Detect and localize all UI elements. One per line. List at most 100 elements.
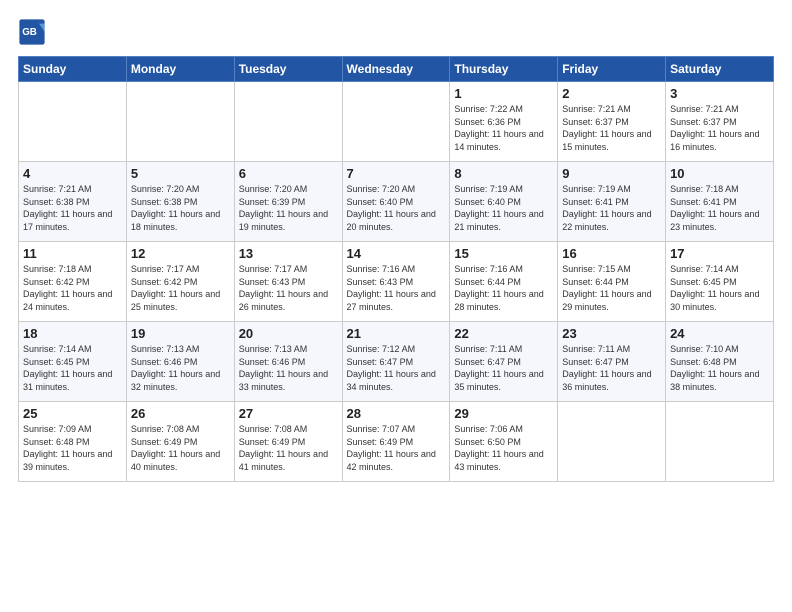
day-number: 26: [131, 406, 230, 421]
weekday-header-friday: Friday: [558, 57, 666, 82]
day-number: 3: [670, 86, 769, 101]
day-info: Sunrise: 7:14 AM Sunset: 6:45 PM Dayligh…: [23, 343, 122, 393]
day-info: Sunrise: 7:20 AM Sunset: 6:40 PM Dayligh…: [347, 183, 446, 233]
day-number: 7: [347, 166, 446, 181]
calendar-cell: [342, 82, 450, 162]
day-number: 22: [454, 326, 553, 341]
weekday-header-row: SundayMondayTuesdayWednesdayThursdayFrid…: [19, 57, 774, 82]
calendar-cell: 22 Sunrise: 7:11 AM Sunset: 6:47 PM Dayli…: [450, 322, 558, 402]
calendar-cell: 8 Sunrise: 7:19 AM Sunset: 6:40 PM Daylig…: [450, 162, 558, 242]
weekday-header-sunday: Sunday: [19, 57, 127, 82]
week-row-5: 25Sunrise: 7:09 AM Sunset: 6:48 PM Dayli…: [19, 402, 774, 482]
weekday-header-monday: Monday: [126, 57, 234, 82]
day-number: 9: [562, 166, 661, 181]
day-info: Sunrise: 7:21 AM Sunset: 6:37 PM Dayligh…: [670, 103, 769, 153]
calendar-cell: [558, 402, 666, 482]
day-info: Sunrise: 7:11 AM Sunset: 6:47 PM Dayligh…: [562, 343, 661, 393]
day-info: Sunrise: 7:19 AM Sunset: 6:40 PM Dayligh…: [454, 183, 553, 233]
day-info: Sunrise: 7:16 AM Sunset: 6:44 PM Dayligh…: [454, 263, 553, 313]
calendar-cell: 1 Sunrise: 7:22 AM Sunset: 6:36 PM Daylig…: [450, 82, 558, 162]
day-number: 12: [131, 246, 230, 261]
day-info: Sunrise: 7:17 AM Sunset: 6:42 PM Dayligh…: [131, 263, 230, 313]
svg-text:GB: GB: [22, 27, 37, 38]
day-info: Sunrise: 7:09 AM Sunset: 6:48 PM Dayligh…: [23, 423, 122, 473]
calendar-cell: 11 Sunrise: 7:18 AM Sunset: 6:42 PM Dayli…: [19, 242, 127, 322]
day-number: 16: [562, 246, 661, 261]
day-number: 21: [347, 326, 446, 341]
day-info: Sunrise: 7:08 AM Sunset: 6:49 PM Dayligh…: [131, 423, 230, 473]
week-row-2: 4 Sunrise: 7:21 AM Sunset: 6:38 PM Daylig…: [19, 162, 774, 242]
day-number: 15: [454, 246, 553, 261]
calendar-cell: 25Sunrise: 7:09 AM Sunset: 6:48 PM Dayli…: [19, 402, 127, 482]
day-info: Sunrise: 7:20 AM Sunset: 6:38 PM Dayligh…: [131, 183, 230, 233]
calendar-cell: [126, 82, 234, 162]
calendar-cell: 14 Sunrise: 7:16 AM Sunset: 6:43 PM Dayli…: [342, 242, 450, 322]
week-row-4: 18 Sunrise: 7:14 AM Sunset: 6:45 PM Dayli…: [19, 322, 774, 402]
day-number: 6: [239, 166, 338, 181]
calendar-cell: 29Sunrise: 7:06 AM Sunset: 6:50 PM Dayli…: [450, 402, 558, 482]
logo: GB: [18, 18, 50, 46]
day-info: Sunrise: 7:17 AM Sunset: 6:43 PM Dayligh…: [239, 263, 338, 313]
day-info: Sunrise: 7:08 AM Sunset: 6:49 PM Dayligh…: [239, 423, 338, 473]
header: GB: [18, 18, 774, 46]
calendar-cell: 10 Sunrise: 7:18 AM Sunset: 6:41 PM Dayli…: [666, 162, 774, 242]
day-info: Sunrise: 7:14 AM Sunset: 6:45 PM Dayligh…: [670, 263, 769, 313]
calendar-cell: 9 Sunrise: 7:19 AM Sunset: 6:41 PM Daylig…: [558, 162, 666, 242]
calendar-table: SundayMondayTuesdayWednesdayThursdayFrid…: [18, 56, 774, 482]
calendar-cell: 3 Sunrise: 7:21 AM Sunset: 6:37 PM Daylig…: [666, 82, 774, 162]
day-number: 27: [239, 406, 338, 421]
day-info: Sunrise: 7:12 AM Sunset: 6:47 PM Dayligh…: [347, 343, 446, 393]
calendar-cell: 19Sunrise: 7:13 AM Sunset: 6:46 PM Dayli…: [126, 322, 234, 402]
day-number: 14: [347, 246, 446, 261]
day-info: Sunrise: 7:22 AM Sunset: 6:36 PM Dayligh…: [454, 103, 553, 153]
day-number: 11: [23, 246, 122, 261]
calendar-cell: 24 Sunrise: 7:10 AM Sunset: 6:48 PM Dayli…: [666, 322, 774, 402]
calendar-cell: 26 Sunrise: 7:08 AM Sunset: 6:49 PM Dayli…: [126, 402, 234, 482]
day-info: Sunrise: 7:06 AM Sunset: 6:50 PM Dayligh…: [454, 423, 553, 473]
day-number: 1: [454, 86, 553, 101]
calendar-cell: 15 Sunrise: 7:16 AM Sunset: 6:44 PM Dayli…: [450, 242, 558, 322]
day-info: Sunrise: 7:10 AM Sunset: 6:48 PM Dayligh…: [670, 343, 769, 393]
day-number: 8: [454, 166, 553, 181]
day-info: Sunrise: 7:19 AM Sunset: 6:41 PM Dayligh…: [562, 183, 661, 233]
day-info: Sunrise: 7:20 AM Sunset: 6:39 PM Dayligh…: [239, 183, 338, 233]
day-number: 5: [131, 166, 230, 181]
calendar-cell: 5 Sunrise: 7:20 AM Sunset: 6:38 PM Daylig…: [126, 162, 234, 242]
calendar-cell: 17 Sunrise: 7:14 AM Sunset: 6:45 PM Dayli…: [666, 242, 774, 322]
day-number: 10: [670, 166, 769, 181]
day-info: Sunrise: 7:15 AM Sunset: 6:44 PM Dayligh…: [562, 263, 661, 313]
day-info: Sunrise: 7:13 AM Sunset: 6:46 PM Dayligh…: [239, 343, 338, 393]
calendar-cell: 16 Sunrise: 7:15 AM Sunset: 6:44 PM Dayli…: [558, 242, 666, 322]
weekday-header-thursday: Thursday: [450, 57, 558, 82]
day-number: 20: [239, 326, 338, 341]
calendar-cell: [19, 82, 127, 162]
week-row-3: 11 Sunrise: 7:18 AM Sunset: 6:42 PM Dayli…: [19, 242, 774, 322]
day-number: 13: [239, 246, 338, 261]
day-number: 17: [670, 246, 769, 261]
day-number: 4: [23, 166, 122, 181]
day-info: Sunrise: 7:21 AM Sunset: 6:38 PM Dayligh…: [23, 183, 122, 233]
calendar-cell: 2 Sunrise: 7:21 AM Sunset: 6:37 PM Daylig…: [558, 82, 666, 162]
calendar-cell: 27 Sunrise: 7:08 AM Sunset: 6:49 PM Dayli…: [234, 402, 342, 482]
day-info: Sunrise: 7:11 AM Sunset: 6:47 PM Dayligh…: [454, 343, 553, 393]
calendar-cell: 23Sunrise: 7:11 AM Sunset: 6:47 PM Dayli…: [558, 322, 666, 402]
weekday-header-saturday: Saturday: [666, 57, 774, 82]
calendar-cell: 6 Sunrise: 7:20 AM Sunset: 6:39 PM Daylig…: [234, 162, 342, 242]
logo-icon: GB: [18, 18, 46, 46]
calendar-cell: 28Sunrise: 7:07 AM Sunset: 6:49 PM Dayli…: [342, 402, 450, 482]
week-row-1: 1 Sunrise: 7:22 AM Sunset: 6:36 PM Daylig…: [19, 82, 774, 162]
day-info: Sunrise: 7:07 AM Sunset: 6:49 PM Dayligh…: [347, 423, 446, 473]
day-number: 2: [562, 86, 661, 101]
calendar-cell: 13 Sunrise: 7:17 AM Sunset: 6:43 PM Dayli…: [234, 242, 342, 322]
day-info: Sunrise: 7:18 AM Sunset: 6:42 PM Dayligh…: [23, 263, 122, 313]
calendar-cell: 7 Sunrise: 7:20 AM Sunset: 6:40 PM Daylig…: [342, 162, 450, 242]
day-info: Sunrise: 7:18 AM Sunset: 6:41 PM Dayligh…: [670, 183, 769, 233]
day-number: 18: [23, 326, 122, 341]
day-info: Sunrise: 7:16 AM Sunset: 6:43 PM Dayligh…: [347, 263, 446, 313]
day-info: Sunrise: 7:21 AM Sunset: 6:37 PM Dayligh…: [562, 103, 661, 153]
day-number: 24: [670, 326, 769, 341]
weekday-header-wednesday: Wednesday: [342, 57, 450, 82]
weekday-header-tuesday: Tuesday: [234, 57, 342, 82]
calendar-cell: 18 Sunrise: 7:14 AM Sunset: 6:45 PM Dayli…: [19, 322, 127, 402]
page: GB SundayMondayTuesdayWednesdayThursdayF…: [0, 0, 792, 612]
